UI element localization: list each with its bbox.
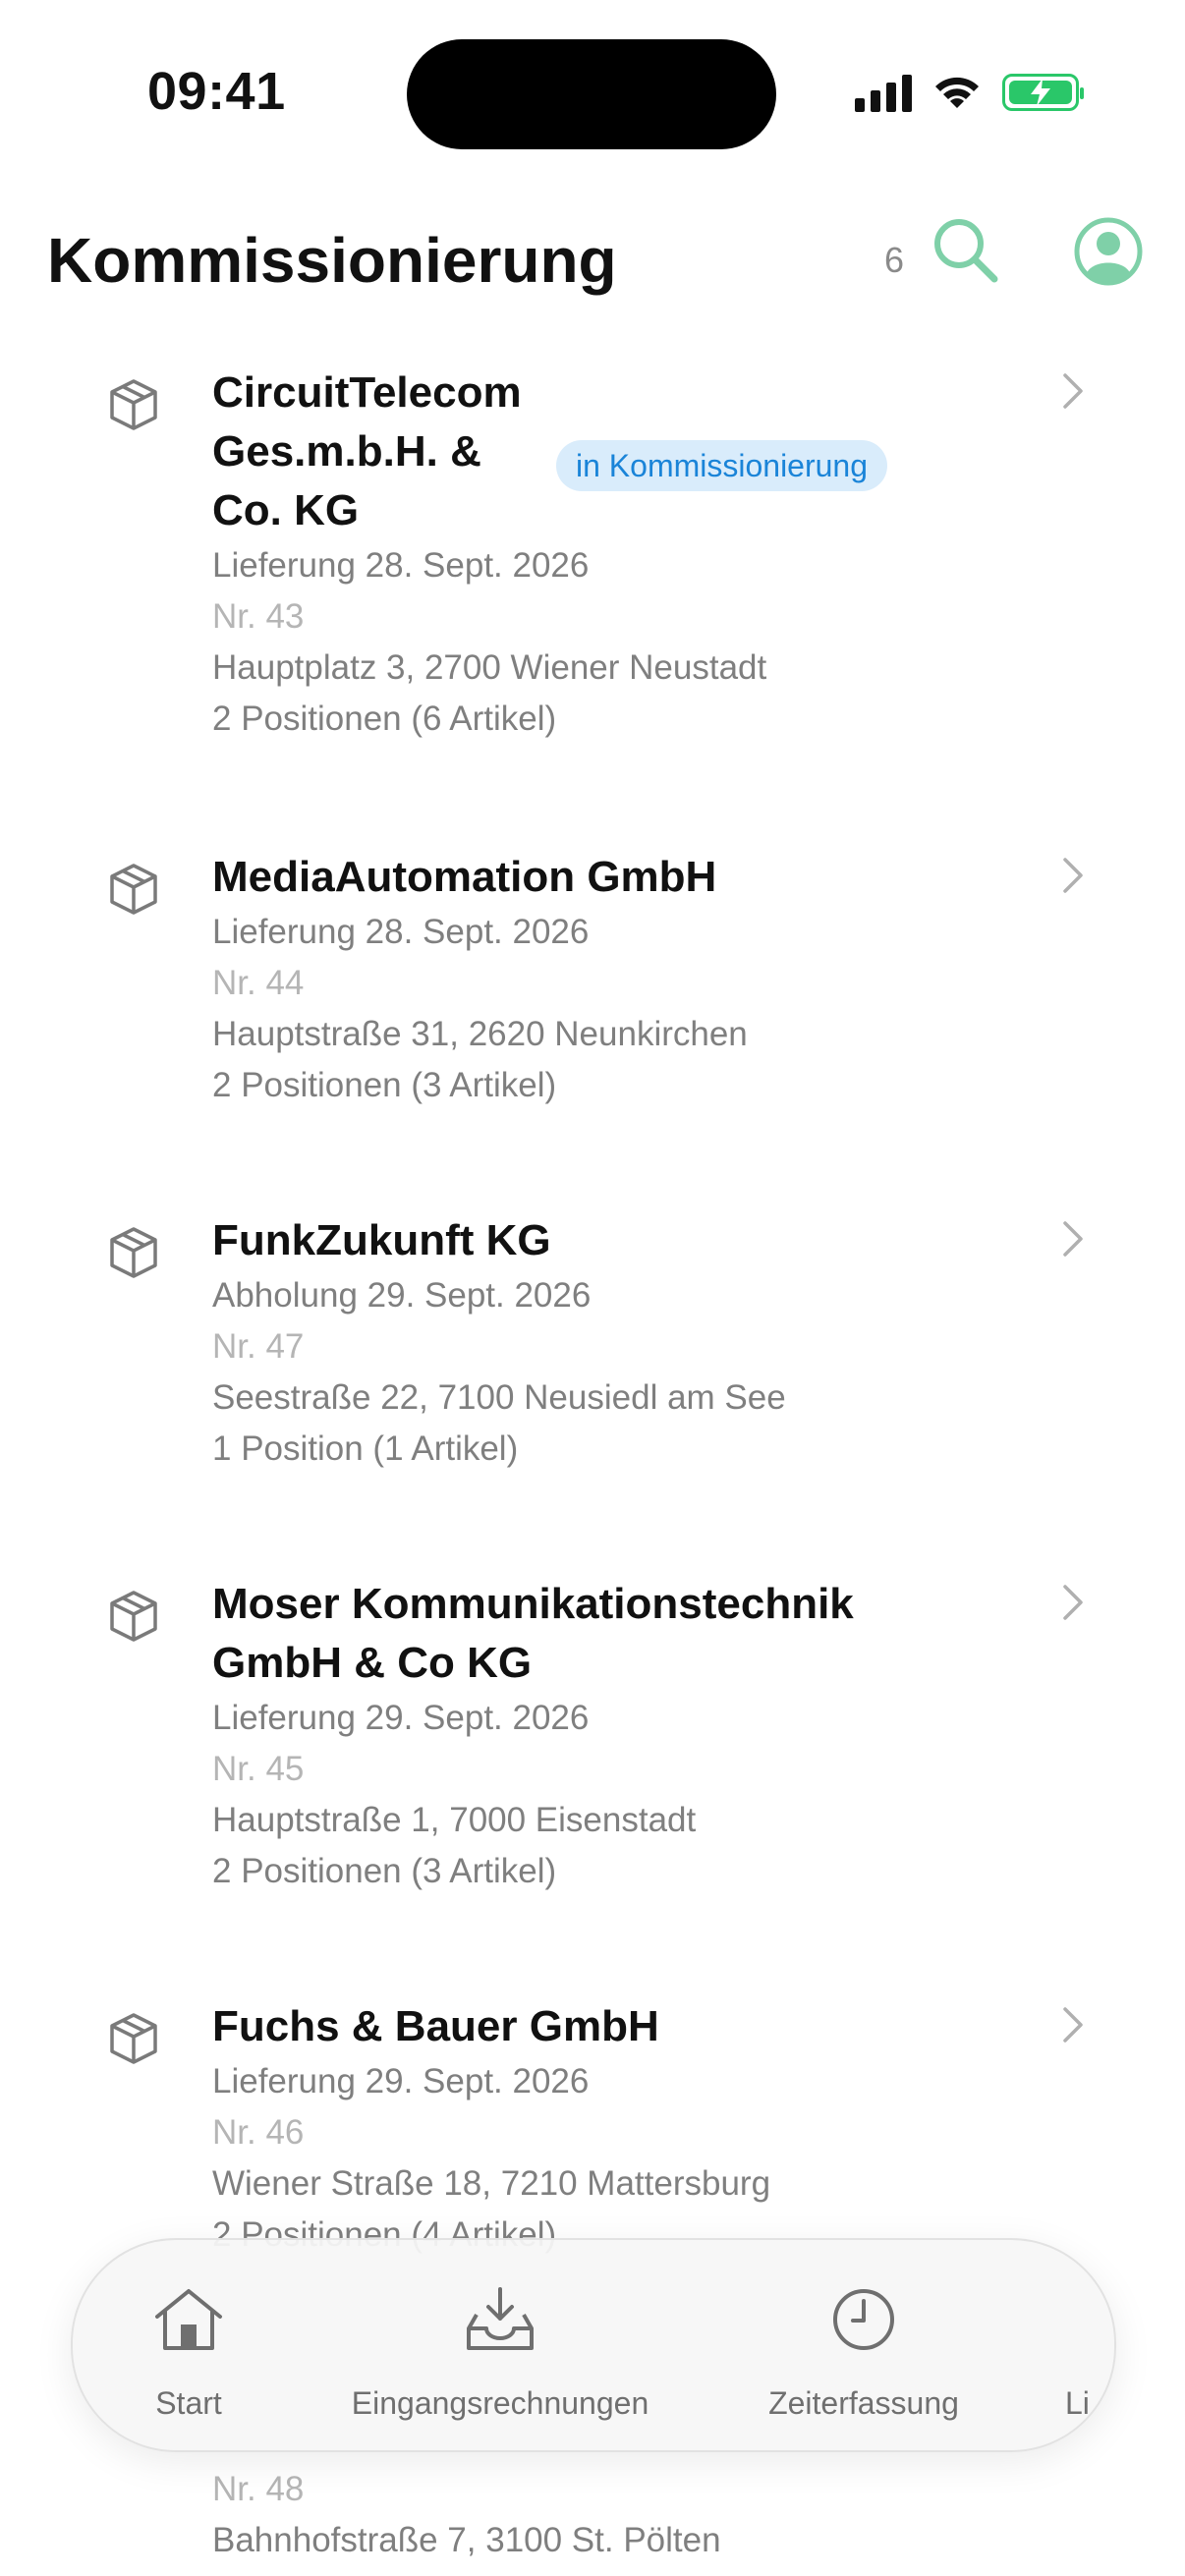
order-number: Nr. 44 [212, 964, 305, 1002]
cellular-signal-icon [855, 73, 912, 112]
chevron-right-icon [1063, 1585, 1083, 1620]
order-number: Nr. 48 [212, 2470, 305, 2508]
list-item[interactable]: Nr. 48 Bahnhofstraße 7, 3100 St. Pölten [212, 2464, 721, 2566]
customer-name: CircuitTelecom Ges.m.b.H. & Co. KG [212, 368, 522, 534]
order-address: Seestraße 22, 7100 Neusiedl am See [212, 1378, 786, 1417]
order-date: Lieferung 28. Sept. 2026 [212, 546, 590, 585]
order-address: Bahnhofstraße 7, 3100 St. Pölten [212, 2521, 721, 2559]
customer-name: FunkZukunft KG [212, 1216, 551, 1264]
order-address: Hauptplatz 3, 2700 Wiener Neustadt [212, 648, 767, 687]
order-address: Hauptstraße 1, 7000 Eisenstadt [212, 1801, 697, 1839]
home-icon [155, 2289, 222, 2350]
list-item[interactable]: Moser Kommunikationstechnik GmbH & Co KG… [0, 1565, 1185, 1919]
inbox-download-icon [467, 2287, 534, 2350]
package-icon [110, 1591, 157, 1642]
order-date: Lieferung 29. Sept. 2026 [212, 1699, 590, 1737]
order-date: Lieferung 29. Sept. 2026 [212, 2062, 590, 2100]
clock-icon [833, 2289, 894, 2350]
tab-bar: Start Eingangsrechnungen Zeiterfassung L… [71, 2238, 1116, 2452]
chevron-right-icon [1063, 2007, 1083, 2043]
dynamic-island [407, 39, 776, 149]
status-icons [855, 73, 1084, 112]
list-item[interactable]: CircuitTelecom Ges.m.b.H. & Co. KG Liefe… [0, 354, 1185, 776]
chevron-right-icon [1063, 858, 1083, 893]
header: Kommissionierung 6 [0, 196, 1185, 324]
order-number: Nr. 43 [212, 597, 305, 636]
order-number: Nr. 46 [212, 2113, 305, 2152]
page-title: Kommissionierung [47, 225, 617, 296]
customer-name: Moser Kommunikationstechnik GmbH & Co KG [212, 1580, 854, 1687]
avatar-icon[interactable] [1073, 216, 1144, 287]
status-bar: 09:41 [0, 0, 1185, 187]
tab-start[interactable]: Start [112, 2240, 265, 2450]
order-number: Nr. 45 [212, 1750, 305, 1788]
wifi-icon [935, 77, 979, 108]
chevron-right-icon [1063, 373, 1083, 409]
customer-name: Fuchs & Bauer GmbH [212, 2002, 659, 2050]
search-icon[interactable] [931, 216, 1000, 285]
package-icon [110, 864, 157, 915]
tab-label: Eingangsrechnungen [351, 2385, 649, 2421]
status-badge: in Kommissionierung [556, 440, 888, 491]
order-address: Hauptstraße 31, 2620 Neunkirchen [212, 1015, 748, 1053]
package-icon [110, 2013, 157, 2064]
order-address: Wiener Straße 18, 7210 Mattersburg [212, 2164, 771, 2203]
package-icon [110, 379, 157, 430]
order-date: Abholung 29. Sept. 2026 [212, 1276, 592, 1315]
order-positions: 2 Positionen (3 Artikel) [212, 1066, 557, 1104]
tab-truncated[interactable]: Li [1065, 2240, 1114, 2450]
tab-zeiterfassung[interactable]: Zeiterfassung [751, 2240, 977, 2450]
tab-label: Li [1065, 2385, 1090, 2421]
battery-charging-icon [1002, 74, 1084, 111]
list-item[interactable]: FunkZukunft KG Abholung 29. Sept. 2026 N… [0, 1202, 1185, 1496]
list-item[interactable]: MediaAutomation GmbH Lieferung 28. Sept.… [0, 838, 1185, 1133]
order-date: Lieferung 28. Sept. 2026 [212, 913, 590, 951]
tab-label: Zeiterfassung [768, 2385, 959, 2421]
order-positions: 2 Positionen (6 Artikel) [212, 700, 557, 738]
order-number: Nr. 47 [212, 1327, 305, 1366]
package-icon [110, 1227, 157, 1278]
tab-eingangsrechnungen[interactable]: Eingangsrechnungen [338, 2240, 662, 2450]
order-positions: 1 Position (1 Artikel) [212, 1429, 519, 1468]
customer-name: MediaAutomation GmbH [212, 853, 717, 901]
order-positions: 2 Positionen (3 Artikel) [212, 1852, 557, 1890]
status-time: 09:41 [147, 62, 286, 121]
tab-label: Start [155, 2385, 222, 2421]
search-result-count: 6 [884, 240, 905, 280]
chevron-right-icon [1063, 1221, 1083, 1257]
